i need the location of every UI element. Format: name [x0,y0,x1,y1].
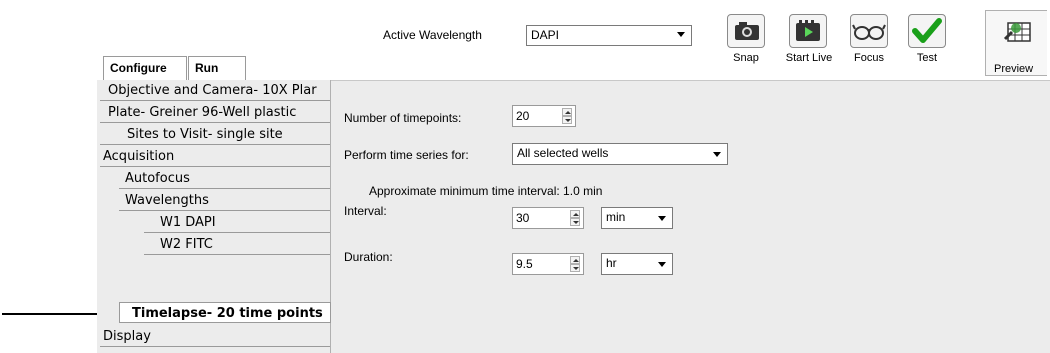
glasses-icon [852,24,886,40]
duration-label: Duration: [344,250,393,264]
duration-unit-value: hr [606,256,617,270]
perform-for-value: All selected wells [517,146,609,160]
plate-preview-icon [1003,22,1031,42]
preview-button[interactable]: Preview [985,10,1047,76]
chevron-down-icon [658,216,666,221]
interval-unit-dropdown[interactable]: min [601,207,673,229]
tree-item-timelapse[interactable]: Timelapse- 20 time points [119,302,331,323]
tree-item-w1-dapi[interactable]: W1 DAPI [144,212,330,233]
spin-up-icon[interactable] [570,210,580,218]
spin-down-icon[interactable] [570,218,580,226]
video-camera-icon [796,20,820,41]
duration-unit-dropdown[interactable]: hr [601,253,673,275]
interval-value: 30 [516,211,530,225]
timelapse-settings-panel: Number of timepoints: 20 Perform time se… [331,81,1050,353]
focus-label: Focus [854,52,884,64]
camera-icon [735,22,759,40]
active-wavelength-label: Active Wavelength [383,28,482,42]
tree-item-objective-camera[interactable]: Objective and Camera- 10X Plar [100,80,330,101]
num-timepoints-value: 20 [516,109,530,123]
interval-label: Interval: [344,204,387,218]
start-live-button[interactable] [789,14,827,48]
snap-label: Snap [733,52,759,64]
tab-run[interactable]: Run [188,56,246,80]
chevron-down-icon [677,32,685,37]
interval-spinner[interactable]: 30 [512,207,584,229]
checkmark-icon [912,18,942,43]
tree-item-wavelengths[interactable]: Wavelengths [119,190,330,211]
perform-for-label: Perform time series for: [344,148,469,162]
test-label: Test [916,52,938,64]
test-button[interactable] [908,14,946,48]
perform-for-dropdown[interactable]: All selected wells [512,143,728,165]
focus-button[interactable] [850,14,888,48]
spin-down-icon[interactable] [570,264,580,272]
active-wavelength-value: DAPI [531,28,560,42]
snap-button[interactable] [727,14,765,48]
duration-spinner[interactable]: 9.5 [512,253,584,275]
tree-item-acquisition[interactable]: Acquisition [100,146,330,167]
tree-item-plate[interactable]: Plate- Greiner 96-Well plastic [100,102,330,123]
spin-down-icon[interactable] [562,116,572,124]
active-wavelength-dropdown[interactable]: DAPI [526,25,692,46]
preview-label: Preview [994,63,1034,75]
tab-configure[interactable]: Configure [103,56,187,80]
chevron-down-icon [658,262,666,267]
start-live-label: Start Live [785,52,833,64]
tree-item-sites-to-visit[interactable]: Sites to Visit- single site [100,124,330,145]
num-timepoints-spinner[interactable]: 20 [512,105,576,127]
duration-value: 9.5 [516,257,533,271]
approx-interval-text: Approximate minimum time interval: 1.0 m… [369,184,603,198]
num-timepoints-label: Number of timepoints: [344,111,462,125]
spin-up-icon[interactable] [562,108,572,116]
tree-item-w2-fitc[interactable]: W2 FITC [144,234,330,255]
spin-up-icon[interactable] [570,256,580,264]
interval-unit-value: min [606,210,626,224]
tree-item-display[interactable]: Display [100,326,330,347]
tree-item-autofocus[interactable]: Autofocus [119,168,330,189]
settings-tree: Objective and Camera- 10X Plar Plate- Gr… [97,80,331,353]
chevron-down-icon [713,152,721,157]
